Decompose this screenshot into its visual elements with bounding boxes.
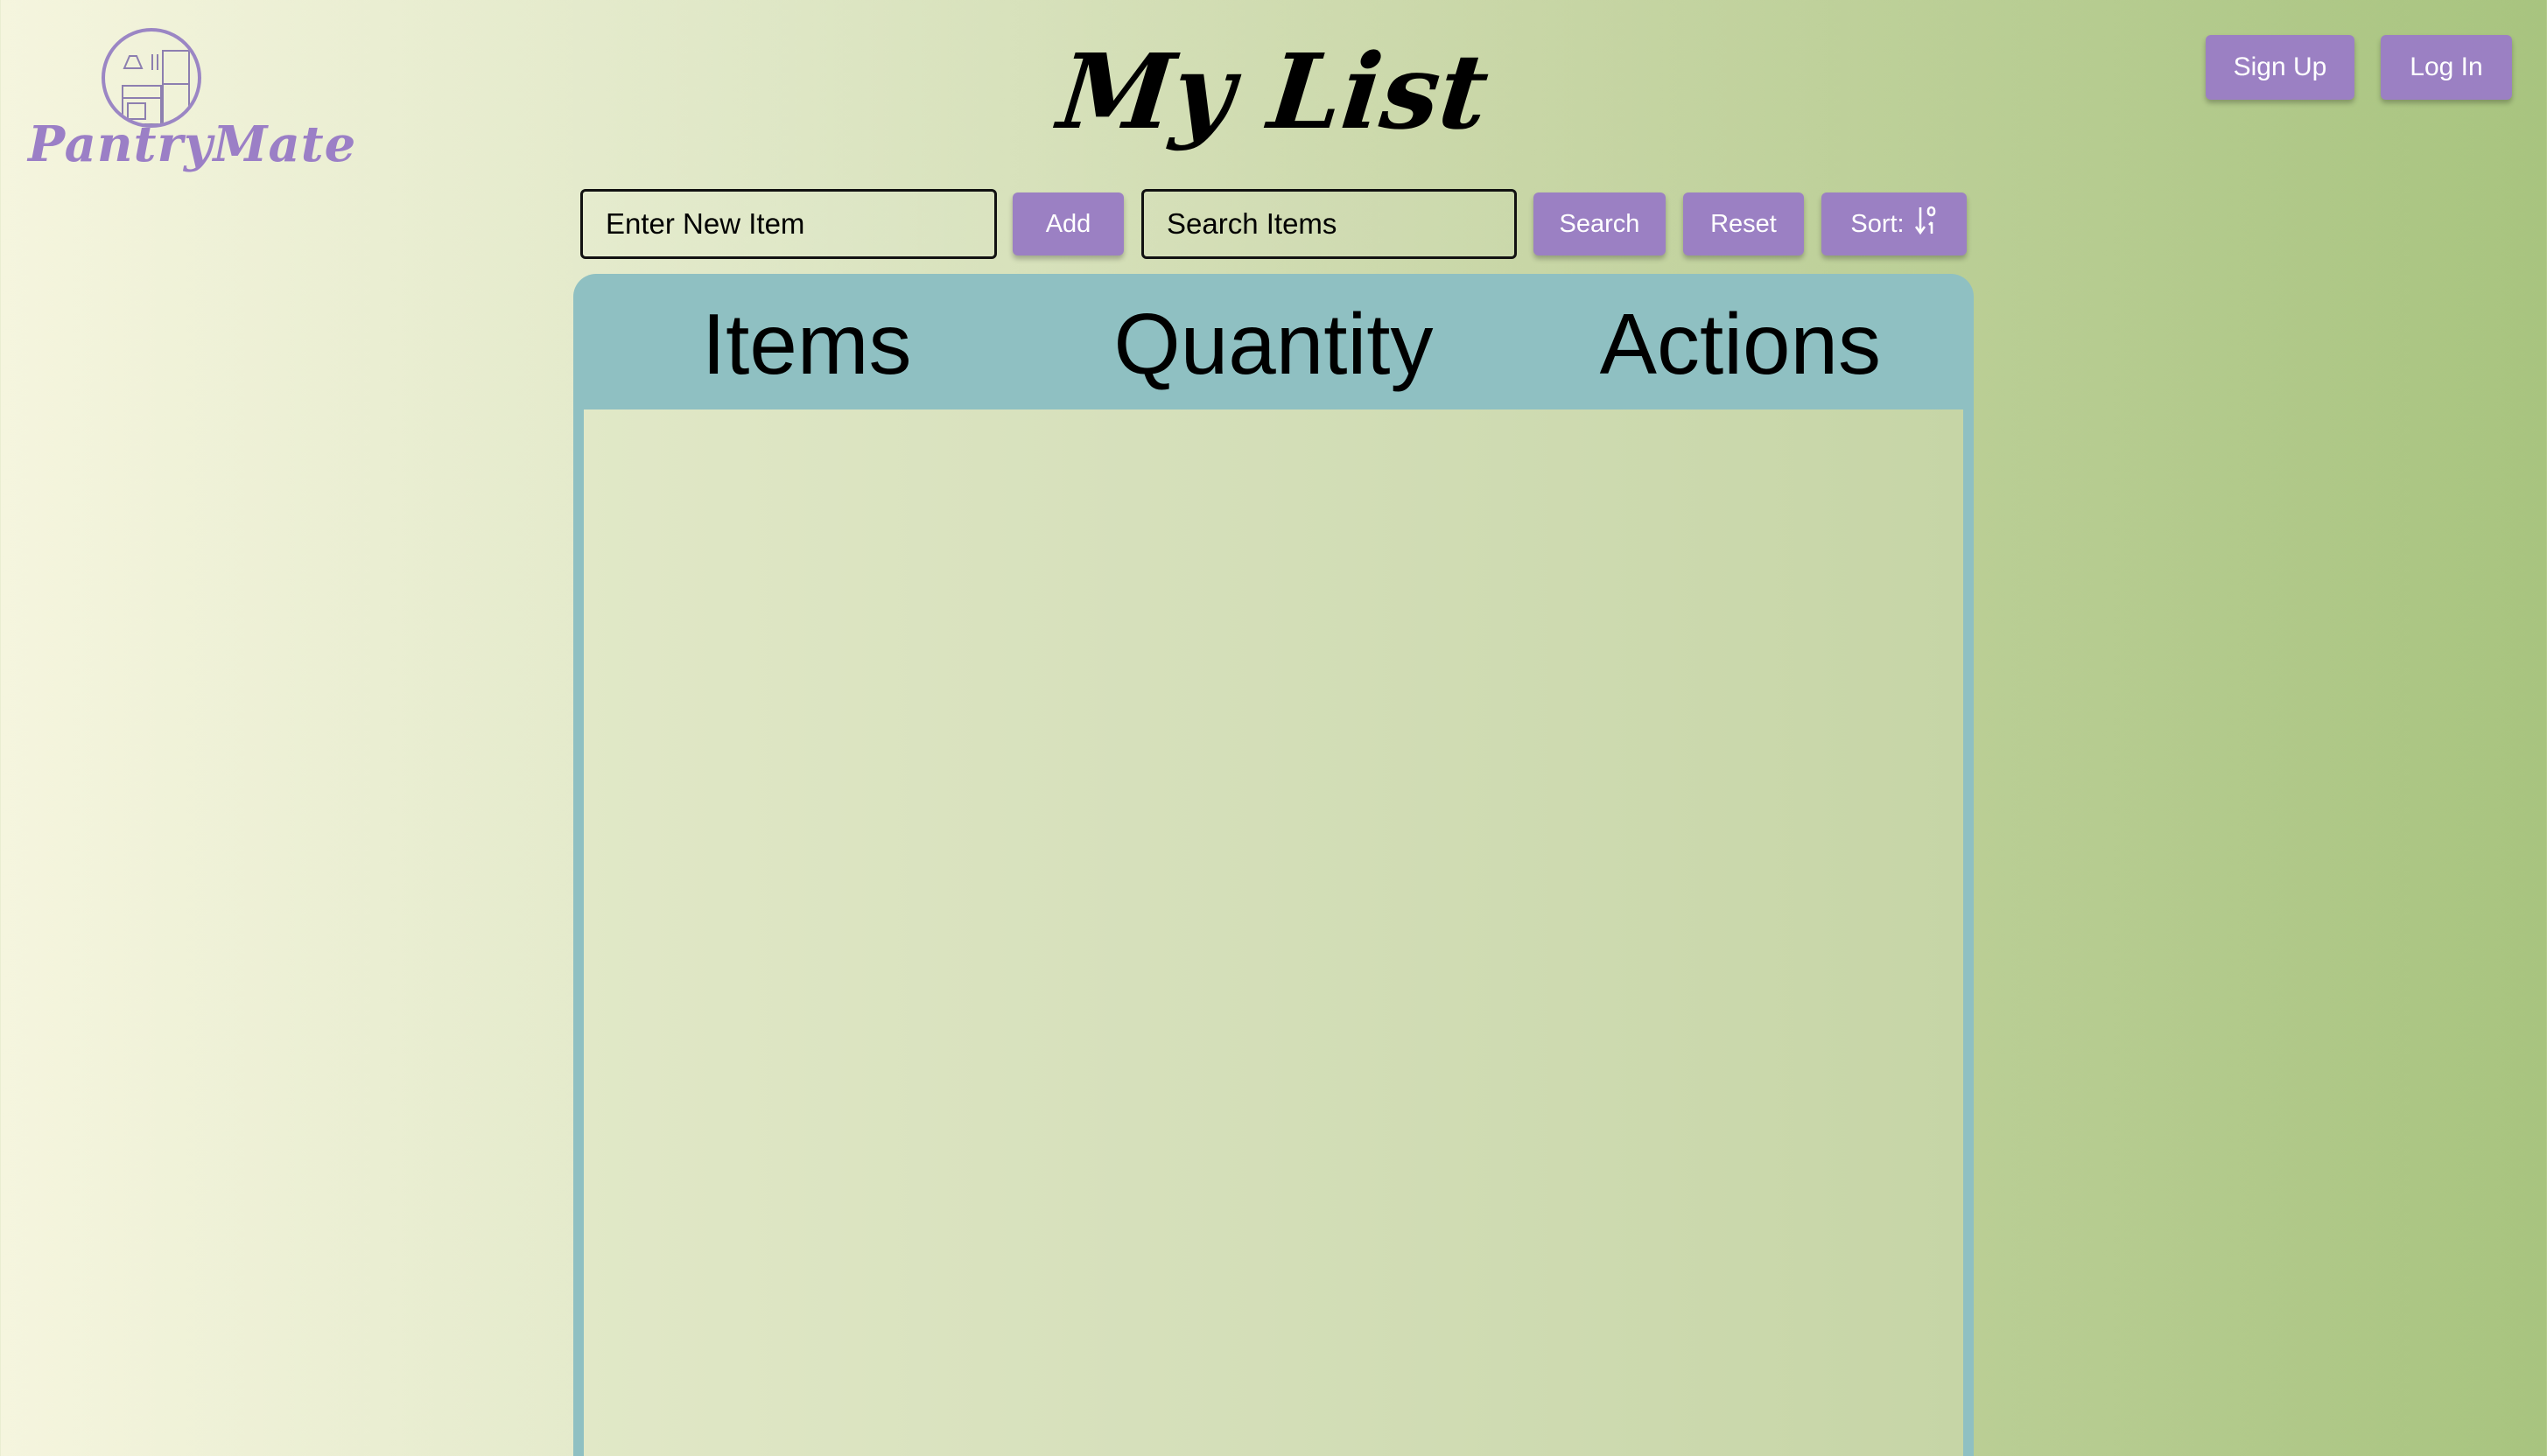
column-header-items: Items	[701, 296, 912, 392]
add-button[interactable]: Add	[1013, 192, 1124, 256]
sort-label: Sort:	[1850, 209, 1905, 238]
reset-button[interactable]: Reset	[1683, 192, 1804, 256]
kitchen-icon	[102, 28, 201, 128]
sort-button[interactable]: Sort:	[1821, 192, 1967, 256]
brand-name: PantryMate	[28, 116, 357, 173]
search-input[interactable]	[1141, 189, 1517, 259]
table-body	[584, 410, 1963, 1456]
sign-up-button[interactable]: Sign Up	[2206, 35, 2354, 100]
brand-logo[interactable]: PantryMate	[28, 26, 357, 192]
sort-icon	[1914, 206, 1938, 242]
list-table: Items Quantity Actions	[573, 274, 1974, 1456]
log-in-button[interactable]: Log In	[2381, 35, 2512, 100]
page-title: My List	[1053, 31, 1494, 152]
column-header-actions: Actions	[1599, 296, 1881, 392]
table-header: Items Quantity Actions	[573, 274, 1974, 410]
new-item-input[interactable]	[580, 189, 997, 259]
search-button[interactable]: Search	[1533, 192, 1666, 256]
column-header-quantity: Quantity	[1113, 296, 1434, 392]
